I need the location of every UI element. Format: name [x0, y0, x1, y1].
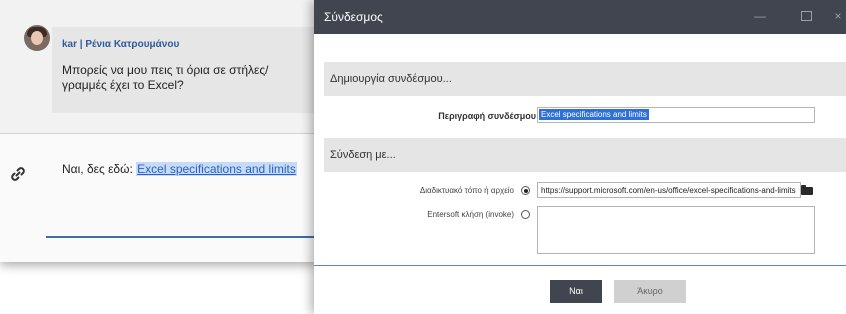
maximize-icon[interactable]: [798, 8, 814, 24]
invoke-textarea[interactable]: [537, 206, 815, 254]
chat-panel: kar | Ρένια Κατρουμάνου Μπορείς να μου π…: [0, 0, 318, 262]
url-value: https://support.microsoft.com/en-us/offi…: [541, 186, 796, 195]
folder-icon[interactable]: [799, 182, 815, 198]
link-icon[interactable]: [9, 165, 27, 183]
description-value: Excel specifications and limits: [539, 109, 649, 120]
ok-button[interactable]: Ναι: [550, 280, 602, 303]
avatar-face: [31, 31, 43, 45]
reply-link[interactable]: Excel specifications and limits: [136, 162, 297, 176]
footer-divider: [314, 265, 846, 266]
section-create-link-label: Δημιουργία συνδέσμου...: [330, 73, 452, 85]
compose-area[interactable]: [0, 134, 318, 262]
reply-prefix: Ναι, δες εδώ:: [62, 162, 137, 176]
message-sender: kar | Ρένια Κατρουμάνου: [62, 39, 180, 50]
close-icon[interactable]: ×: [830, 8, 846, 24]
compose-focus-line: [46, 236, 318, 238]
description-label: Περιγραφή συνδέσμου: [438, 111, 536, 121]
dialog-titlebar[interactable]: Σύνδεσμος — ×: [314, 0, 846, 34]
dialog-title: Σύνδεσμος: [324, 10, 383, 24]
section-link-to: Σύνδεση με...: [324, 138, 846, 172]
option-invoke-label: Entersoft κλήση (invoke): [427, 210, 514, 219]
url-input[interactable]: https://support.microsoft.com/en-us/offi…: [537, 182, 801, 198]
reply-text[interactable]: Ναι, δες εδώ: Excel specifications and l…: [62, 162, 297, 176]
description-input[interactable]: Excel specifications and limits: [537, 107, 815, 123]
link-dialog: Σύνδεσμος — × Δημιουργία συνδέσμου... Πε…: [314, 0, 846, 314]
section-create-link: Δημιουργία συνδέσμου...: [324, 62, 846, 96]
cancel-button[interactable]: Άκυρο: [614, 280, 686, 303]
minimize-icon[interactable]: —: [752, 8, 768, 24]
avatar: [24, 25, 50, 51]
option-invoke-radio[interactable]: [521, 210, 530, 219]
option-web-label: Διαδικτυακό τόπο ή αρχείο: [419, 186, 514, 195]
message-text: Μπορείς να μου πεις τι όρια σε στήλες/γρ…: [62, 63, 269, 92]
section-link-to-label: Σύνδεση με...: [330, 149, 396, 161]
option-web-radio[interactable]: [521, 186, 530, 195]
